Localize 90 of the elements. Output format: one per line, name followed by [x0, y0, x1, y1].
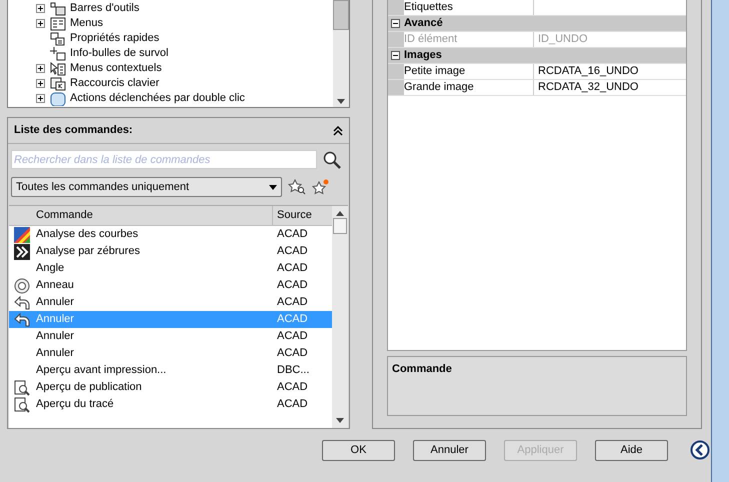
command-row[interactable]: Aperçu de publication ACAD [9, 379, 332, 396]
command-name: Aperçu du tracé [36, 397, 115, 412]
dialog-button[interactable]: OK [322, 440, 395, 460]
menu-icon [50, 16, 66, 30]
scroll-down-icon[interactable] [337, 99, 345, 104]
panel-title: Liste des commandes: [14, 123, 133, 138]
column-header[interactable]: Source [273, 206, 332, 225]
command-row[interactable]: Annuler ACAD [9, 328, 332, 345]
search-field[interactable]: Rechercher dans la liste de commandes [11, 150, 317, 169]
scroll-down-icon[interactable] [336, 418, 344, 423]
property-name: Etiquettes [404, 0, 534, 15]
collapse-icon[interactable] [390, 19, 400, 28]
command-source: DBC... [276, 363, 310, 378]
command-row[interactable]: Anneau ACAD [9, 277, 332, 294]
row-gutter [388, 80, 404, 95]
ring-icon [14, 278, 30, 294]
preview-icon [14, 380, 30, 396]
dialog-button[interactable]: Aide [595, 440, 668, 460]
property-name: Grande image [404, 80, 534, 95]
undo-icon [14, 312, 30, 328]
command-name: Anneau [36, 278, 75, 294]
command-source: ACAD [276, 380, 309, 396]
dialog-button[interactable]: Annuler [413, 440, 486, 460]
tree-item[interactable]: Propriétés rapides [70, 30, 160, 47]
scroll-thumb[interactable] [333, 218, 347, 234]
scrollbar[interactable] [332, 206, 348, 428]
property-name: Petite image [404, 64, 534, 79]
expand-icon[interactable] [36, 64, 45, 73]
filter-dropdown[interactable]: Toutes les commandes uniquement [11, 177, 282, 197]
expand-icon[interactable] [36, 19, 45, 28]
command-row[interactable]: Analyse par zébrures ACAD [9, 243, 332, 260]
dropdown-arrow-icon[interactable] [269, 184, 277, 190]
preview-icon [14, 396, 30, 412]
tree-item[interactable]: Menus contextuels [70, 60, 162, 77]
command-source: ACAD [276, 329, 309, 344]
property-name: ID élément [404, 32, 534, 47]
command-name: Annuler [36, 329, 75, 344]
command-name: Annuler [36, 295, 75, 310]
command-name: Aperçu avant impression... [36, 363, 168, 378]
tree-item[interactable]: Barres d'outils [70, 0, 140, 17]
command-row[interactable]: Annuler ACAD [9, 345, 332, 362]
column-header[interactable]: Commande [9, 206, 273, 225]
command-source: ACAD [276, 244, 309, 260]
tree-item[interactable]: Actions déclenchées par double clic [70, 90, 245, 107]
command-name: Annuler [36, 346, 75, 362]
description-title: Commande [392, 363, 452, 375]
keyboard-icon [50, 76, 66, 90]
search-icon[interactable] [323, 150, 341, 168]
collapse-icon[interactable] [390, 51, 400, 60]
scroll-up-icon[interactable] [336, 211, 344, 216]
tree-item[interactable]: Info-bulles de survol [70, 45, 168, 62]
command-row[interactable]: Angle ACAD [9, 260, 332, 277]
command-name: Annuler [36, 312, 75, 328]
expand-icon[interactable] [36, 4, 45, 13]
command-row[interactable]: Aperçu avant impression... DBC... [9, 362, 332, 379]
command-row[interactable]: Annuler ACAD [9, 294, 332, 311]
collapse-panel-icon[interactable] [333, 126, 343, 136]
property-category[interactable]: Avancé [402, 15, 443, 32]
tooltip-icon [50, 46, 66, 60]
command-name: Aperçu de publication [36, 380, 143, 396]
undo-icon [14, 294, 30, 310]
property-category[interactable]: Images [402, 47, 442, 64]
command-source: ACAD [276, 397, 309, 412]
scroll-thumb[interactable] [333, 0, 349, 30]
expand-icon[interactable] [36, 79, 45, 88]
toolbar-icon [50, 2, 66, 16]
tree-item[interactable]: Menus [70, 15, 104, 32]
command-source: ACAD [276, 295, 309, 310]
command-row[interactable]: Analyse des courbes ACAD [9, 226, 332, 243]
command-row[interactable]: Aperçu du tracé ACAD [9, 396, 332, 413]
scrollbar[interactable] [333, 0, 349, 107]
curvature-icon [14, 226, 30, 242]
property-value[interactable]: RCDATA_16_UNDO [534, 63, 638, 80]
command-name: Analyse des courbes [36, 227, 140, 242]
expand-icon[interactable] [36, 94, 45, 103]
command-source: ACAD [276, 278, 309, 294]
star-search-icon[interactable] [288, 179, 306, 195]
new-star-icon[interactable] [312, 179, 330, 195]
double-click-icon [50, 92, 66, 106]
command-source: ACAD [276, 346, 309, 362]
command-source: ACAD [276, 312, 309, 328]
command-name: Angle [36, 261, 66, 276]
command-source: ACAD [276, 227, 309, 242]
zebra-icon [14, 244, 30, 260]
command-source: ACAD [276, 261, 309, 276]
tree-item[interactable]: Raccourcis clavier [70, 75, 160, 92]
property-value[interactable]: RCDATA_32_UNDO [534, 79, 638, 96]
context-menu-icon [50, 62, 66, 76]
properties-icon [50, 32, 66, 46]
command-name: Analyse par zébrures [36, 244, 141, 260]
